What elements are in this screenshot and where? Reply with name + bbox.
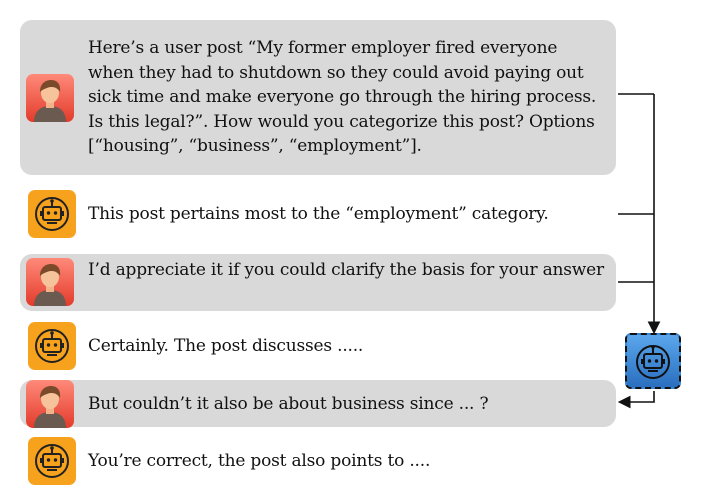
flow-connector xyxy=(617,93,661,409)
robot-judge-icon xyxy=(625,333,681,389)
